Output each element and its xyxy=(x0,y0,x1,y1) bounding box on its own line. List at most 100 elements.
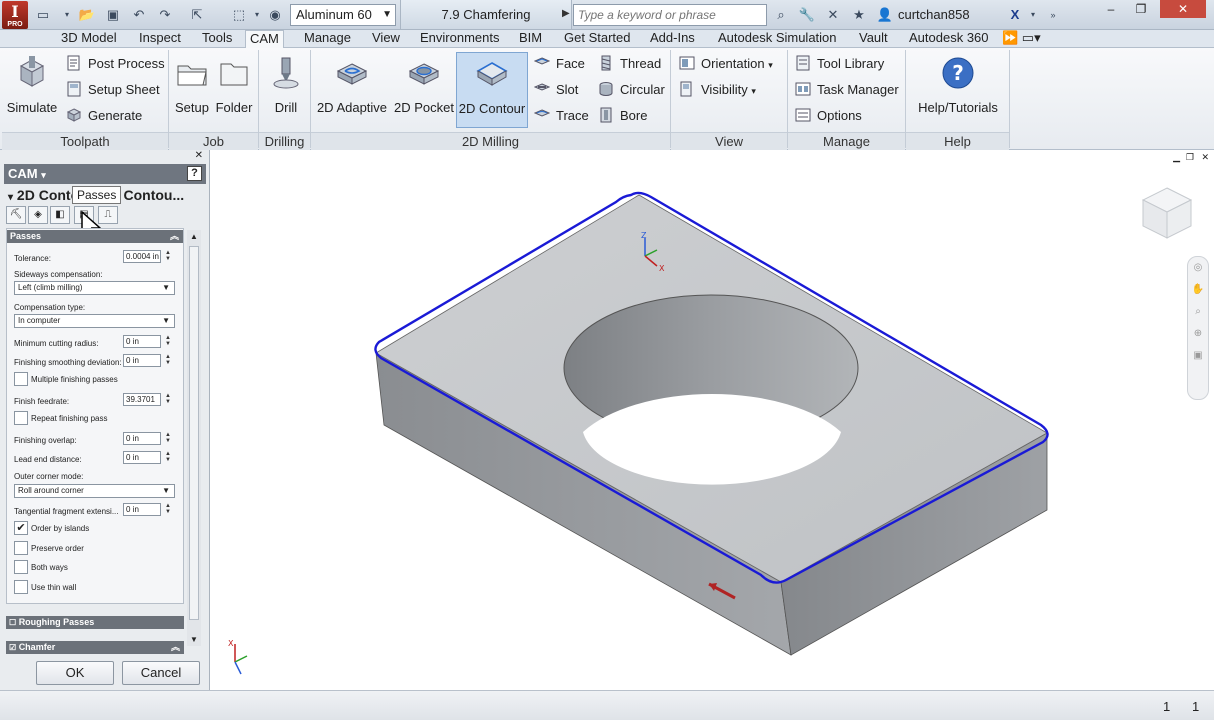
drill-button[interactable]: Drill xyxy=(264,52,308,128)
user-icon[interactable]: 👤 xyxy=(876,6,894,24)
overflow-icon[interactable]: » xyxy=(1044,6,1062,24)
tolerance-field[interactable]: 0.0004 in xyxy=(123,250,161,263)
app-logo[interactable]: I PRO xyxy=(2,1,28,29)
ok-button[interactable]: OK xyxy=(36,661,114,685)
chamfer-section-header[interactable]: ☑ Chamfer ︽ xyxy=(6,641,184,654)
exchange-dropdown-icon[interactable]: ▾ xyxy=(1024,6,1042,24)
thread-button[interactable]: Thread xyxy=(598,53,661,75)
passes-section-header[interactable]: Passes ︽ xyxy=(7,230,183,243)
tab-overflow-icon[interactable]: ⏩ ▭▾ xyxy=(998,30,1045,48)
subscription-icon[interactable]: ✕ xyxy=(824,6,842,24)
tab-autodesk-simulation[interactable]: Autodesk Simulation xyxy=(714,30,841,48)
dropdown-arrow-icon[interactable]: ▾ xyxy=(58,6,76,24)
tool-tab-icon[interactable]: ⛏ xyxy=(6,206,26,224)
folder-button[interactable]: Folder xyxy=(214,52,254,128)
multiple-passes-checkbox[interactable] xyxy=(14,372,28,386)
tangential-extension-field[interactable]: 0 in xyxy=(123,503,161,516)
sideways-compensation-select[interactable]: Left (climb milling) ▼ xyxy=(14,281,175,295)
lead-end-field[interactable]: 0 in xyxy=(123,451,161,464)
2d-contour-button[interactable]: 2D Contour xyxy=(456,52,528,128)
tab-inspect[interactable]: Inspect xyxy=(135,30,185,48)
setup-button[interactable]: Setup xyxy=(172,52,212,128)
scroll-down-icon[interactable]: ▼ xyxy=(190,635,198,644)
select-dropdown-icon[interactable]: ▾ xyxy=(248,6,266,24)
task-manager-button[interactable]: Task Manager xyxy=(795,79,899,101)
binoculars-icon[interactable]: ⌕ xyxy=(772,6,790,24)
finishing-overlap-stepper[interactable]: ▲ ▼ xyxy=(163,432,173,445)
generate-button[interactable]: Generate xyxy=(66,105,142,127)
return-icon[interactable]: ⇱ xyxy=(188,6,206,24)
redo-icon[interactable]: ↷ xyxy=(156,6,174,24)
material-select[interactable]: Aluminum 60 ▼ xyxy=(290,4,396,26)
bore-button[interactable]: Bore xyxy=(598,105,647,127)
thin-wall-checkbox[interactable] xyxy=(14,580,28,594)
expand-arrow-icon[interactable]: ▶ xyxy=(562,8,570,19)
finishing-overlap-field[interactable]: 0 in xyxy=(123,432,161,445)
options-button[interactable]: Options xyxy=(795,105,862,127)
circular-button[interactable]: Circular xyxy=(598,79,665,101)
tab-tools[interactable]: Tools xyxy=(198,30,236,48)
appearance-globe-icon[interactable]: ◉ xyxy=(266,6,284,24)
tab-environments[interactable]: Environments xyxy=(416,30,503,48)
tab-add-ins[interactable]: Add-Ins xyxy=(646,30,699,48)
lead-end-stepper[interactable]: ▲ ▼ xyxy=(163,451,173,464)
help-tutorials-button[interactable]: ? Help/Tutorials xyxy=(914,52,1002,128)
2d-pocket-button[interactable]: 2D Pocket xyxy=(394,52,454,128)
preserve-order-checkbox[interactable] xyxy=(14,541,28,555)
post-process-button[interactable]: Post Process xyxy=(66,53,165,75)
smoothing-deviation-field[interactable]: 0 in xyxy=(123,354,161,367)
wrench-icon[interactable]: 🔧 xyxy=(798,6,816,24)
slot-button[interactable]: Slot xyxy=(534,79,578,101)
search-input[interactable] xyxy=(574,5,766,25)
tangential-extension-stepper[interactable]: ▲ ▼ xyxy=(163,503,173,516)
compensation-type-select[interactable]: In computer ▼ xyxy=(14,314,175,328)
cancel-button[interactable]: Cancel xyxy=(122,661,200,685)
roughing-passes-section-header[interactable]: ☐ Roughing Passes xyxy=(6,616,184,629)
properties-scrollbar[interactable]: ▲ ▼ xyxy=(187,230,201,646)
trace-button[interactable]: Trace xyxy=(534,105,589,127)
min-cutting-radius-stepper[interactable]: ▲ ▼ xyxy=(163,335,173,348)
tab-bim[interactable]: BIM xyxy=(515,30,546,48)
open-folder-icon[interactable]: 📂 xyxy=(78,6,96,24)
collapse-icon[interactable]: ▾ xyxy=(8,192,13,203)
both-ways-checkbox[interactable] xyxy=(14,560,28,574)
face-button[interactable]: Face xyxy=(534,53,585,75)
order-by-islands-checkbox[interactable]: ✔ xyxy=(14,521,28,535)
user-name[interactable]: curtchan858 xyxy=(898,7,970,22)
help-icon[interactable]: ? xyxy=(187,166,202,181)
heights-tab-icon[interactable]: ◧ xyxy=(50,206,70,224)
finish-feedrate-field[interactable]: 39.3701 in xyxy=(123,393,161,406)
chevron-down-icon[interactable]: ▾ xyxy=(41,170,46,180)
orientation-button[interactable]: Orientation ▾ xyxy=(679,53,773,75)
tab-manage[interactable]: Manage xyxy=(300,30,355,48)
simulate-button[interactable]: Simulate xyxy=(4,52,60,128)
exchange-apps-icon[interactable]: X xyxy=(1006,6,1024,24)
undo-icon[interactable]: ↶ xyxy=(130,6,148,24)
tab-cam[interactable]: CAM xyxy=(245,30,284,49)
scrollbar-thumb[interactable] xyxy=(189,246,199,620)
tab-3d-model[interactable]: 3D Model xyxy=(57,30,121,48)
new-file-icon[interactable]: ▭ xyxy=(34,6,52,24)
tab-vault[interactable]: Vault xyxy=(855,30,892,48)
search-box[interactable] xyxy=(573,4,767,26)
tab-view[interactable]: View xyxy=(368,30,404,48)
2d-adaptive-button[interactable]: 2D Adaptive xyxy=(314,52,390,128)
select-icon[interactable]: ⬚ xyxy=(230,6,248,24)
tab-autodesk-360[interactable]: Autodesk 360 xyxy=(905,30,993,48)
favorites-star-icon[interactable]: ★ xyxy=(850,6,868,24)
outer-corner-select[interactable]: Roll around corner ▼ xyxy=(14,484,175,498)
minimize-button[interactable]: ‒ xyxy=(1096,0,1126,18)
repeat-pass-checkbox[interactable] xyxy=(14,411,28,425)
setup-sheet-button[interactable]: Setup Sheet xyxy=(66,79,160,101)
close-button[interactable]: ✕ xyxy=(1160,0,1206,18)
maximize-button[interactable]: ❐ xyxy=(1126,0,1156,18)
graphics-viewport[interactable]: ▁ ❐ ✕ ◎ ✋ ⌕ ⊕ ▣ Z X X xyxy=(211,150,1214,690)
tool-library-button[interactable]: Tool Library xyxy=(795,53,884,75)
visibility-button[interactable]: Visibility ▾ xyxy=(679,79,756,101)
scroll-up-icon[interactable]: ▲ xyxy=(190,232,198,241)
geometry-tab-icon[interactable]: ◈ xyxy=(28,206,48,224)
tolerance-stepper[interactable]: ▲ ▼ xyxy=(163,250,173,263)
close-panel-icon[interactable]: ✕ xyxy=(195,150,203,161)
part-model[interactable]: Z X X xyxy=(211,150,1214,690)
smoothing-deviation-stepper[interactable]: ▲ ▼ xyxy=(163,354,173,367)
